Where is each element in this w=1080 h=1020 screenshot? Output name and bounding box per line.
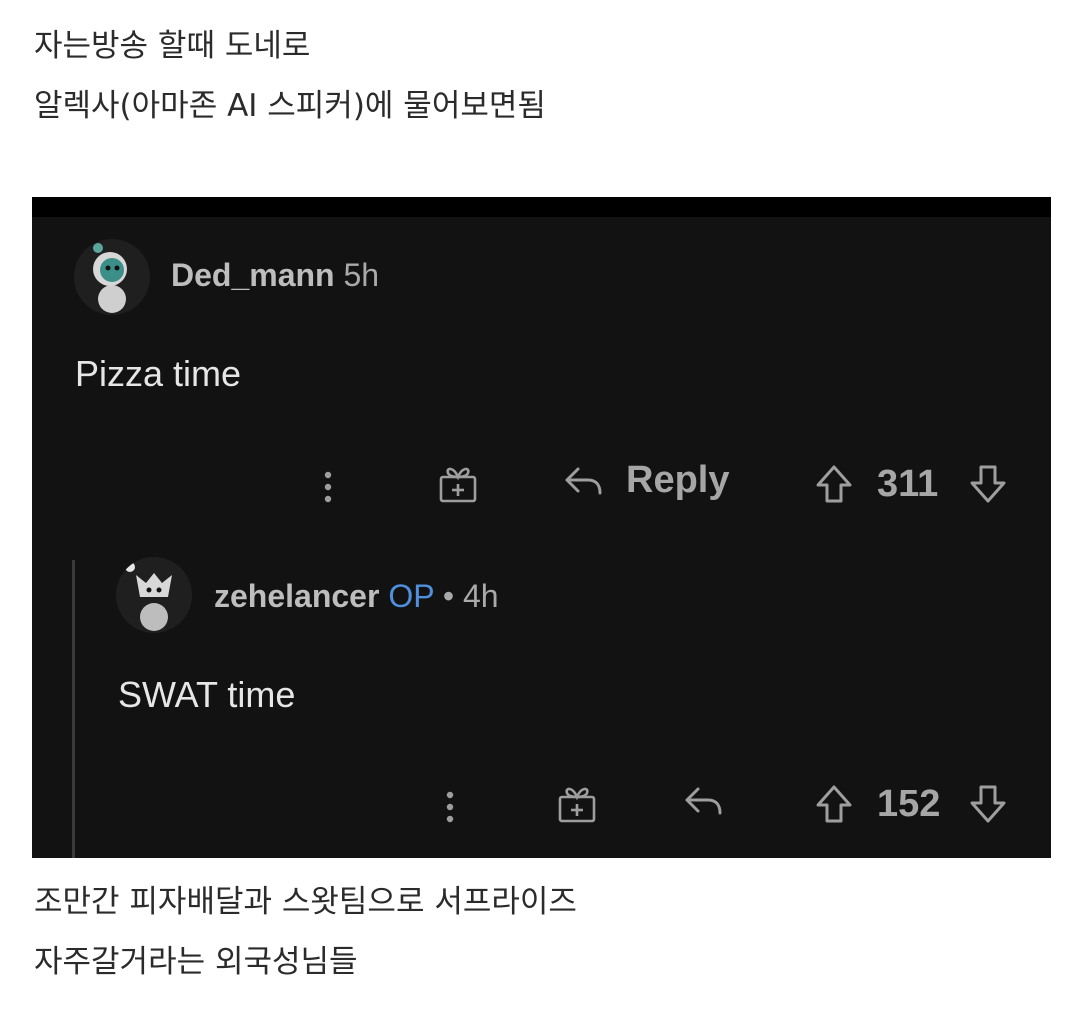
more-icon [324,471,332,503]
gift-icon [558,787,596,823]
upvote-icon [816,465,852,503]
reply-button[interactable] [682,781,726,821]
timestamp: 4h [462,578,499,614]
upvote-button[interactable] [814,783,854,825]
comment-meta: zehelancer OP • 4h [214,578,499,614]
comment-screenshot: Ded_mann 5h Pizza time Reply 311 zehelan… [32,197,1051,858]
award-button[interactable] [436,463,480,505]
caption-line-2: 알렉사(아마존 AI 스피커)에 물어보면됨 [34,88,546,124]
vote-count: 152 [877,783,941,825]
thread-line[interactable] [72,560,75,858]
more-icon [446,791,454,823]
downvote-button[interactable] [968,783,1008,825]
separator: • [442,578,455,614]
reply-label: Reply [626,459,730,501]
award-button[interactable] [555,783,599,825]
avatar[interactable] [116,557,192,633]
comment-body: Pizza time [75,353,242,394]
caption-line-3: 조만간 피자배달과 스왓팀으로 서프라이즈 [34,884,577,920]
timestamp: 5h [343,257,380,293]
username[interactable]: zehelancer [214,578,379,614]
avatar[interactable] [74,239,150,315]
upvote-icon [816,785,852,823]
downvote-icon [970,465,1006,503]
top-strip [32,197,1051,217]
username[interactable]: Ded_mann [171,257,335,293]
reply-icon [565,467,602,494]
more-button[interactable] [322,467,334,507]
downvote-icon [970,785,1006,823]
gift-icon [439,467,477,503]
reply-icon [685,787,722,815]
more-button[interactable] [444,787,456,827]
caption-line-1: 자는방송 할때 도네로 [34,28,311,64]
upvote-button[interactable] [814,463,854,505]
op-badge: OP [388,578,434,614]
downvote-button[interactable] [968,463,1008,505]
reply-button[interactable]: Reply [562,459,729,502]
comment-body: SWAT time [118,674,296,715]
vote-count: 311 [877,463,939,505]
comment-meta: Ded_mann 5h [171,257,379,293]
caption-line-4: 자주갈거라는 외국성님들 [34,944,358,980]
